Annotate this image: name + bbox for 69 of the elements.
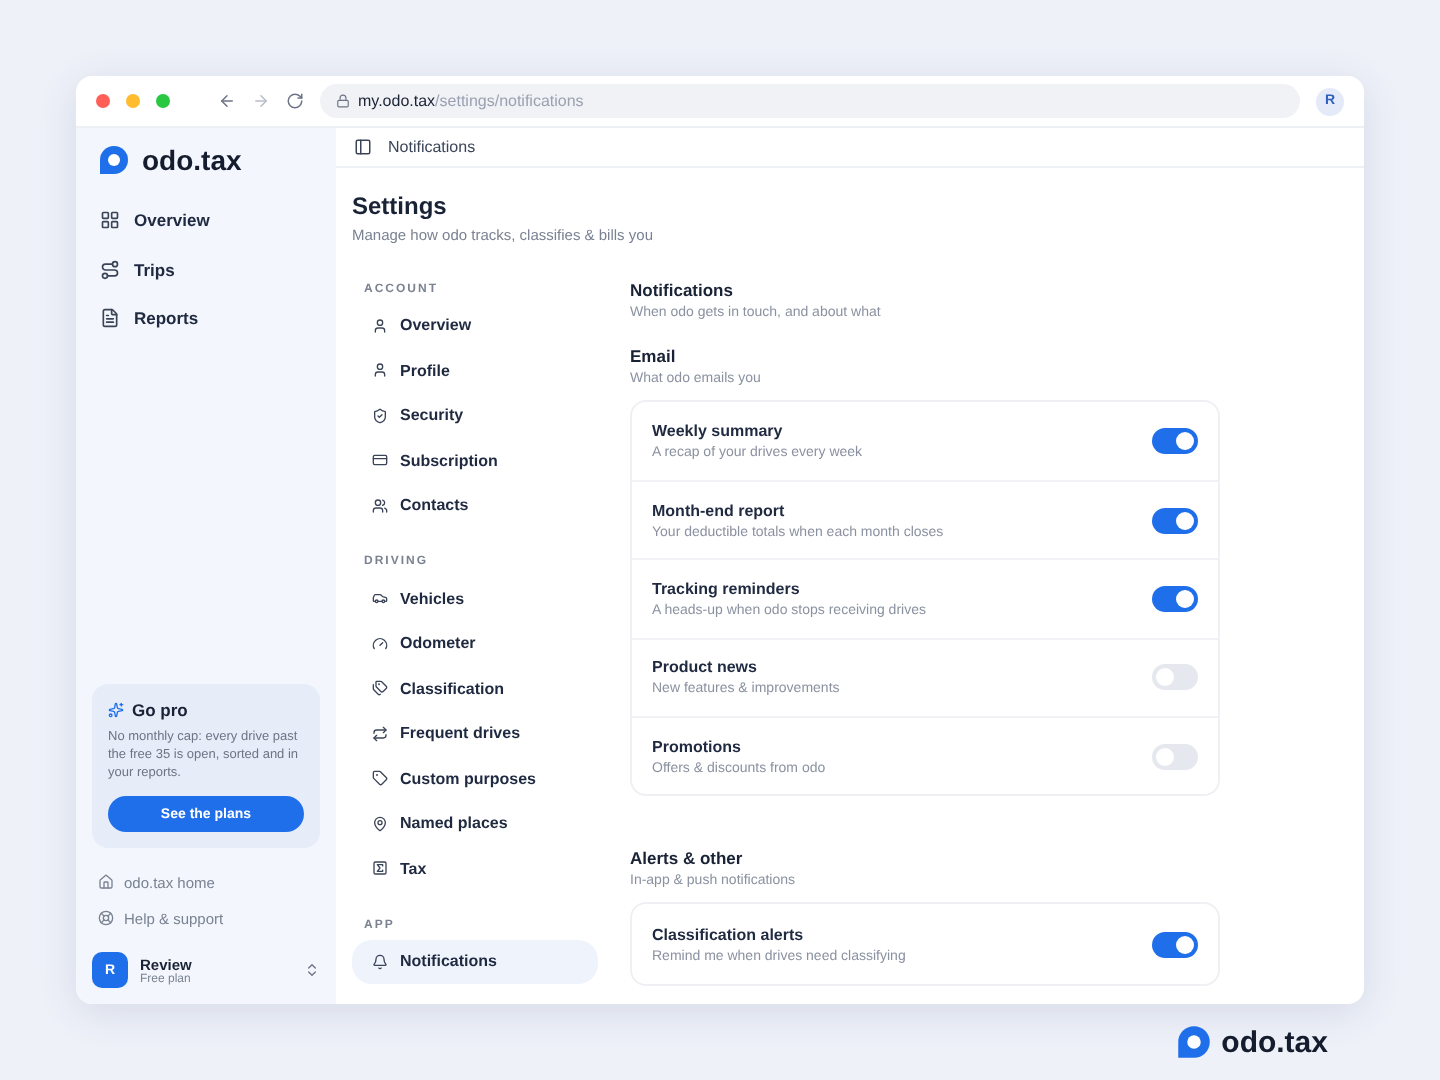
toggle-switch[interactable] bbox=[1152, 931, 1198, 958]
settings-nav-item[interactable]: Profile bbox=[352, 348, 598, 393]
settings-nav-item[interactable]: Classification bbox=[352, 666, 598, 711]
setting-title: Month-end report bbox=[652, 501, 787, 520]
setting-title: Tracking reminders bbox=[652, 579, 802, 598]
shield-icon bbox=[372, 407, 388, 424]
home-icon bbox=[98, 874, 114, 890]
users-icon bbox=[372, 497, 388, 514]
setting-title: Promotions bbox=[652, 737, 743, 756]
settings-nav-item[interactable]: Custom purposes bbox=[352, 756, 598, 801]
settings-nav-item[interactable]: Security bbox=[352, 393, 598, 438]
reload-icon bbox=[286, 92, 304, 110]
repeat-icon bbox=[372, 725, 388, 742]
document-icon bbox=[100, 308, 120, 329]
pin-icon bbox=[372, 815, 388, 832]
sidebar-item[interactable]: Overview bbox=[92, 196, 320, 245]
route-icon bbox=[100, 259, 120, 280]
grid-icon bbox=[100, 210, 120, 231]
settings-title: Settings bbox=[352, 191, 449, 219]
forward-icon bbox=[252, 92, 270, 110]
url-host: my.odo.tax bbox=[358, 92, 436, 110]
logo-icon bbox=[98, 144, 130, 176]
toggle-switch[interactable] bbox=[1152, 427, 1198, 454]
sparkle-icon bbox=[108, 701, 124, 718]
sidebar-item[interactable]: Trips bbox=[92, 245, 320, 294]
chevrons-icon bbox=[304, 962, 320, 978]
toggle-switch[interactable] bbox=[1152, 664, 1198, 691]
close-dot[interactable] bbox=[96, 94, 110, 108]
settings-nav-item[interactable]: Notifications bbox=[352, 939, 598, 984]
address-bar[interactable]: my.odo.tax/settings/notifications bbox=[320, 84, 1300, 118]
panel-toggle-icon bbox=[354, 137, 372, 156]
settings-nav-item[interactable]: Tax bbox=[352, 846, 598, 891]
setting-title: Classification alerts bbox=[652, 925, 806, 944]
group-title: Email bbox=[630, 345, 678, 365]
settings-nav-item[interactable]: Named places bbox=[352, 801, 598, 846]
tag-icon bbox=[372, 770, 388, 787]
settings-nav-item[interactable]: Frequent drives bbox=[352, 711, 598, 756]
user-icon bbox=[372, 362, 388, 379]
toggle-switch[interactable] bbox=[1152, 507, 1198, 534]
settings-nav-item[interactable]: Odometer bbox=[352, 621, 598, 666]
lifebuoy-icon bbox=[98, 910, 114, 926]
page-title: Notifications bbox=[388, 137, 476, 156]
settings-nav-item[interactable]: Contacts bbox=[352, 483, 598, 528]
settings-nav-item[interactable]: Vehicles bbox=[352, 576, 598, 621]
url-path: /settings/notifications bbox=[435, 92, 584, 110]
logo-icon bbox=[1175, 1024, 1212, 1060]
promo-title: Go pro bbox=[132, 699, 188, 720]
toggle-switch[interactable] bbox=[1152, 585, 1198, 612]
car-icon bbox=[372, 590, 388, 607]
toggle-switch[interactable] bbox=[1152, 743, 1198, 770]
gauge-icon bbox=[372, 635, 388, 652]
setting-title: Weekly summary bbox=[652, 421, 785, 440]
lock-icon bbox=[336, 94, 350, 108]
section-title: Notifications bbox=[630, 279, 735, 299]
footer-brand: odo.tax bbox=[1221, 1025, 1328, 1059]
sidebar-item[interactable]: Reports bbox=[92, 294, 320, 343]
minimize-dot[interactable] bbox=[126, 94, 140, 108]
brand-name: odo.tax bbox=[142, 144, 242, 176]
card-icon bbox=[372, 452, 388, 469]
sigma-icon bbox=[372, 860, 388, 877]
setting-title: Product news bbox=[652, 658, 759, 677]
maximize-dot[interactable] bbox=[156, 94, 170, 108]
tags-icon bbox=[372, 680, 388, 697]
group-title: Alerts & other bbox=[630, 848, 745, 869]
settings-nav-item[interactable]: Subscription bbox=[352, 438, 598, 483]
back-icon bbox=[218, 92, 236, 110]
settings-nav-item[interactable]: Overview bbox=[352, 303, 598, 348]
bell-icon bbox=[372, 953, 388, 970]
user-icon bbox=[372, 317, 388, 334]
